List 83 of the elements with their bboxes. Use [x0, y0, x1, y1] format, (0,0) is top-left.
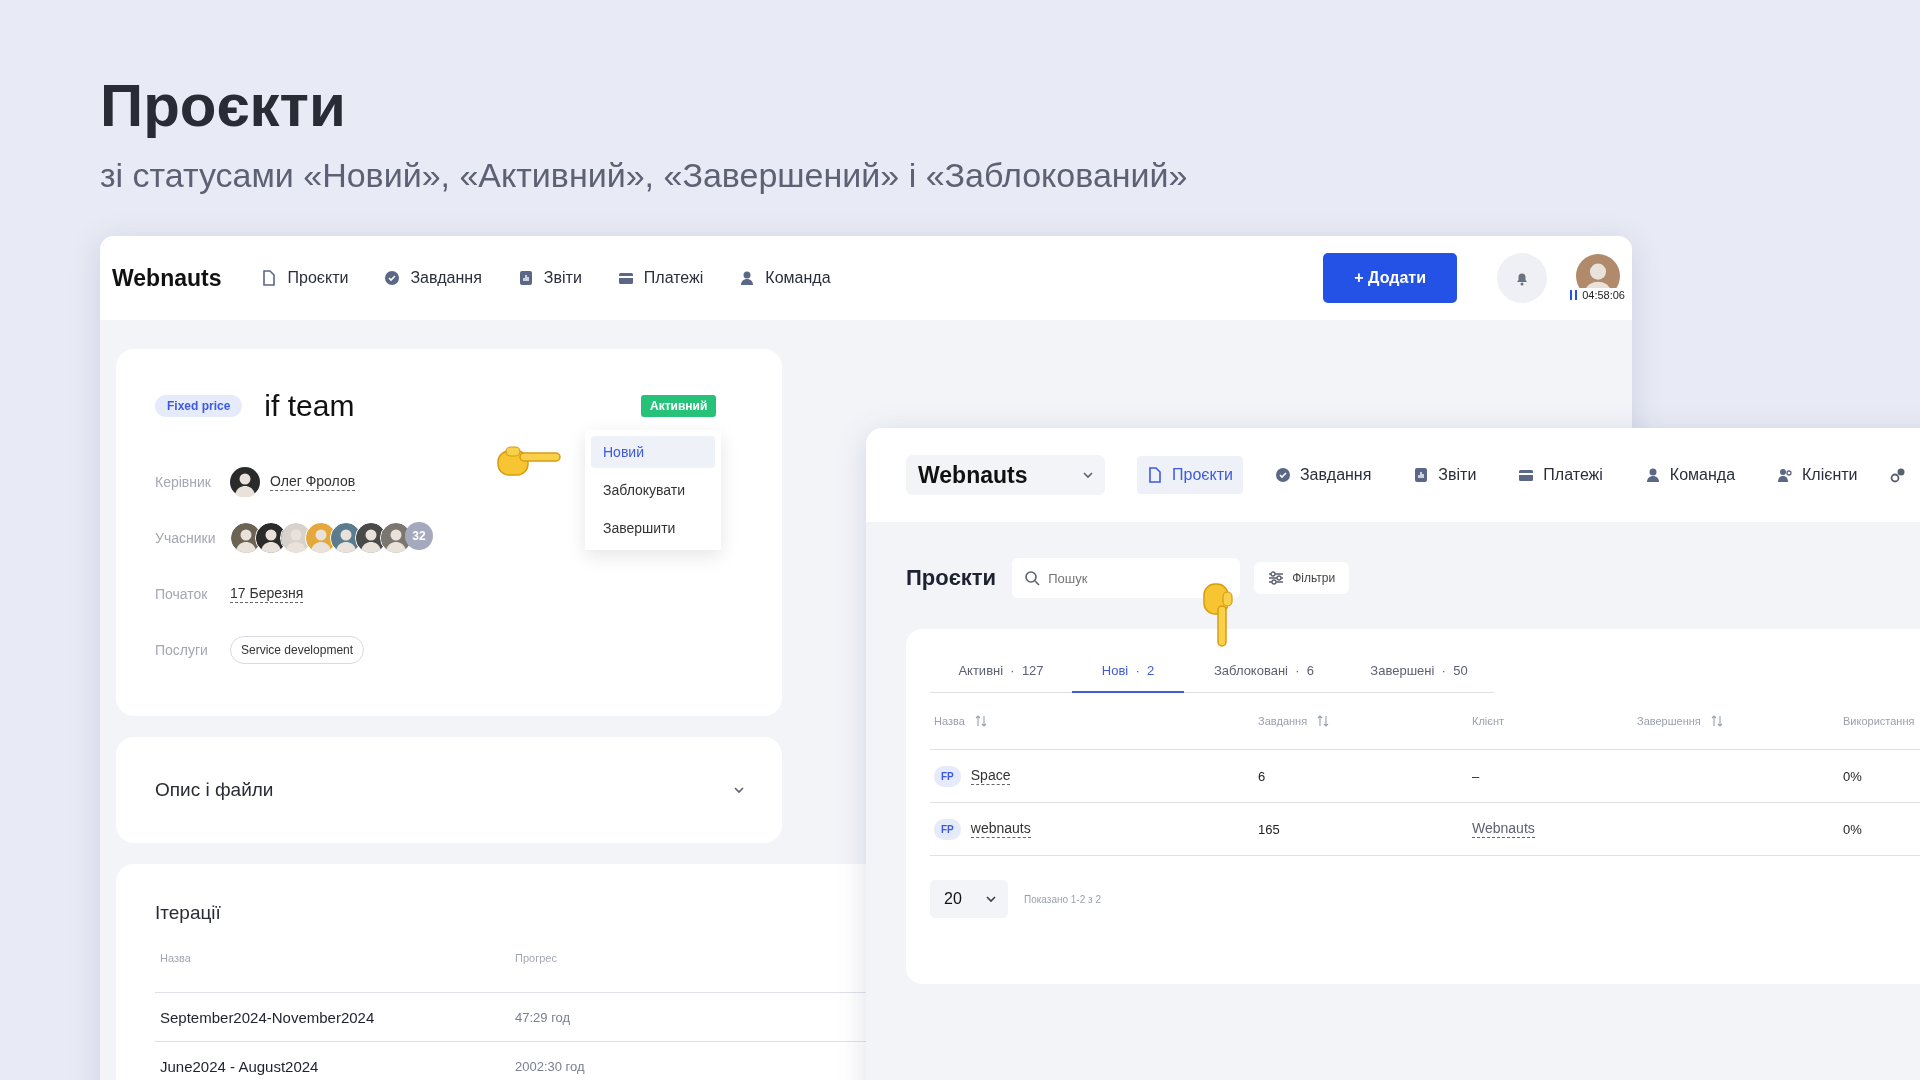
pause-icon: [1570, 290, 1579, 300]
table-cell-text: June2024 - August2024: [160, 1057, 320, 1075]
nav-link[interactable]: Звіти: [517, 269, 582, 287]
field-label: Керівник: [155, 474, 212, 490]
table-cell-text: 47:29 год: [515, 1009, 572, 1025]
table-cell-text: September2024-November2024: [160, 1008, 376, 1026]
document-icon: [261, 270, 278, 286]
bar-chart-icon: [1413, 467, 1430, 483]
card-icon: [1518, 467, 1535, 483]
nav-link[interactable]: Проєкти: [261, 269, 349, 287]
results-summary: Показано 1-2 з 2: [1024, 893, 1101, 905]
logo: Webnauts: [918, 461, 1028, 489]
search-icon: [1024, 570, 1041, 586]
menu-item[interactable]: Новий: [591, 436, 715, 468]
column-header: Назва: [934, 715, 965, 727]
sort-icon: [1710, 715, 1723, 727]
tab[interactable]: Завершені · 50: [1344, 651, 1494, 692]
table-cell: 165: [1258, 821, 1280, 837]
page-heading: Проєкти: [906, 565, 997, 591]
description-panel[interactable]: Опис і файли: [116, 737, 782, 843]
field-label: Початок: [155, 586, 209, 602]
nav-link[interactable]: Платежі: [1508, 456, 1613, 494]
logo[interactable]: Webnauts: [112, 264, 222, 292]
table-cell-text: 2002:30 год: [515, 1058, 586, 1074]
tab[interactable]: Нові · 2: [1072, 651, 1184, 693]
table-cell: 0%: [1843, 821, 1862, 837]
sort-icon: [974, 715, 987, 727]
page-title: Проєкти: [100, 71, 347, 141]
nav-link[interactable]: Команда: [739, 269, 831, 287]
project-title: if team: [264, 389, 355, 423]
timer-text: 04:58:06: [1582, 289, 1625, 301]
nav-link[interactable]: Завдання: [1264, 456, 1382, 494]
column-header: Завершення: [1637, 715, 1701, 727]
field-label: Учасники: [155, 530, 217, 546]
nav-link[interactable]: Команда: [1634, 456, 1746, 494]
tab[interactable]: Заблоковані · 6: [1184, 651, 1344, 692]
column-header: Використання: [1843, 715, 1915, 727]
person-link[interactable]: Олег Фролов: [270, 473, 356, 491]
card-icon: [617, 270, 634, 286]
document-icon: [1147, 467, 1163, 483]
page-size-dropdown[interactable]: 20: [930, 880, 1008, 918]
nav-link[interactable]: Клієнти: [1767, 456, 1868, 494]
workspace-dropdown[interactable]: Webnauts: [906, 455, 1105, 495]
nav-link[interactable]: Платежі: [617, 269, 704, 287]
project-link[interactable]: Space: [970, 767, 1011, 785]
nav-link[interactable]: Проєкти: [1137, 456, 1243, 494]
panel-title: Опис і файли: [155, 779, 274, 801]
people-icon: [1777, 467, 1794, 483]
table-cell: –: [1472, 768, 1480, 784]
column-header: Назва: [160, 952, 192, 964]
avatar: [230, 467, 260, 497]
notifications-button[interactable]: [1497, 253, 1548, 303]
nav-link[interactable]: Завдання: [384, 269, 482, 287]
client-link[interactable]: Webnauts: [1472, 820, 1535, 838]
section-title: Ітерації: [155, 902, 222, 924]
column-header: Прогрес: [515, 952, 558, 964]
page-subtitle: зі статусами «Новий», «Активний», «Завершений» і «Заблокований»: [100, 156, 1189, 195]
link-icon: [1889, 467, 1906, 483]
person-icon: [1644, 467, 1661, 483]
search-field[interactable]: Пошук: [1012, 558, 1241, 598]
date-link[interactable]: 17 Березня: [230, 585, 304, 603]
table-cell: 0%: [1843, 768, 1862, 784]
table-cell: 6: [1258, 768, 1266, 784]
person-icon: [739, 270, 756, 286]
project-link[interactable]: webnauts: [970, 820, 1031, 838]
nav-link[interactable]: Звіти: [1403, 456, 1487, 494]
type-badge: Fixed price: [155, 395, 243, 417]
field-label: Послуги: [155, 642, 209, 658]
member-count: 32: [405, 522, 433, 550]
check-circle-icon: [1274, 467, 1291, 483]
menu-item[interactable]: Заблокувати: [591, 474, 715, 506]
column-header: Клієнт: [1472, 715, 1504, 727]
type-badge: FP: [934, 765, 961, 787]
column-header: Завдання: [1258, 715, 1308, 727]
sliders-icon: [1268, 570, 1285, 586]
type-badge: FP: [934, 818, 961, 840]
bar-chart-icon: [517, 270, 534, 286]
sort-icon: [1317, 715, 1330, 727]
menu-item[interactable]: Завершити: [591, 512, 715, 544]
tab[interactable]: Активні · 127: [930, 651, 1072, 692]
check-circle-icon: [384, 270, 401, 286]
filters-button[interactable]: Фільтри: [1254, 562, 1350, 594]
add-button[interactable]: + Додати: [1323, 253, 1458, 303]
